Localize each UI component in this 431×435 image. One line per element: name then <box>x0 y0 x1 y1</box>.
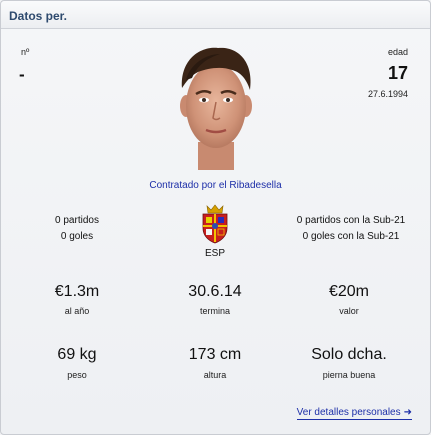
nation-code: ESP <box>204 248 225 259</box>
u21-caps-text: 0 partidos con la Sub-21 <box>296 215 406 226</box>
panel-header: Datos per. <box>1 1 430 29</box>
u21-goals-text: 0 goles con la Sub-21 <box>302 231 400 242</box>
goals-text: 0 goles <box>60 231 94 242</box>
personal-details-link[interactable]: Ver detalles personales ➜ <box>296 407 412 420</box>
preferred-foot-label: pierna buena <box>322 370 376 380</box>
contract-club-link[interactable]: Contratado por el Ribadesella <box>1 180 430 191</box>
squad-number-value: - <box>19 65 25 84</box>
caps-text: 0 partidos <box>55 215 99 226</box>
panel-title: Datos per. <box>9 9 68 23</box>
market-value-label: valor <box>339 306 359 316</box>
spain-crest-icon <box>202 204 228 244</box>
age-label: edad <box>387 47 408 57</box>
weight-value: 69 kg <box>57 346 97 363</box>
wage-value: €1.3m <box>54 283 100 300</box>
contract-expiry-value: 30.6.14 <box>188 283 242 300</box>
height-label: altura <box>203 370 227 380</box>
preferred-foot-value: Solo dcha. <box>311 346 387 363</box>
arrow-right-icon: ➜ <box>403 407 412 418</box>
weight-label: peso <box>67 370 87 380</box>
wage-label: al año <box>64 306 90 316</box>
squad-number-label: nº <box>21 47 30 57</box>
personal-details-panel: Datos per. nº - edad 17 27.6.1994 Contra… <box>0 0 431 435</box>
contract-expiry-label: termina <box>199 306 230 316</box>
market-value: €20m <box>328 283 370 300</box>
birthdate: 27.6.1994 <box>367 89 408 99</box>
personal-details-link-label: Ver detalles personales <box>296 407 401 418</box>
age-value: 17 <box>387 63 408 83</box>
height-value: 173 cm <box>188 346 242 363</box>
player-photo <box>180 47 252 170</box>
